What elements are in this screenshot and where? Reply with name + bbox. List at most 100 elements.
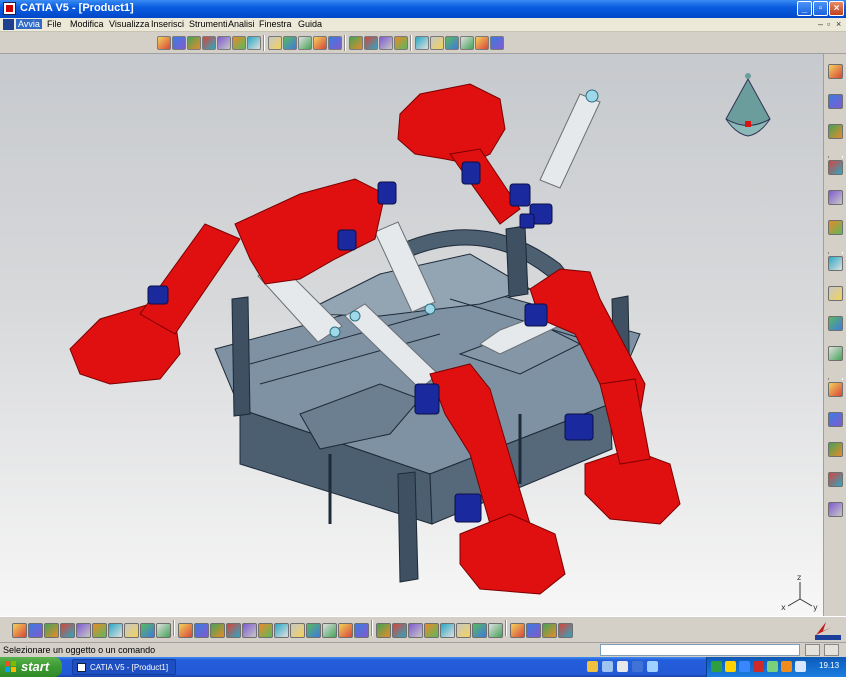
email-icon[interactable]: [647, 661, 658, 672]
generate-icon[interactable]: [247, 36, 261, 50]
menu-strumenti[interactable]: Strumenti: [189, 19, 228, 29]
menu-visualizza[interactable]: Visualizza: [109, 19, 149, 29]
tray-antivirus-icon[interactable]: [753, 661, 764, 672]
macro-icon[interactable]: [558, 623, 573, 638]
fly-mode-icon[interactable]: [178, 623, 193, 638]
update-icon[interactable]: [217, 36, 231, 50]
snap-icon[interactable]: [328, 36, 342, 50]
menu-guida[interactable]: Guida: [298, 19, 322, 29]
menu-modifica[interactable]: Modifica: [70, 19, 104, 29]
copy-icon[interactable]: [92, 623, 107, 638]
minimize-button[interactable]: _: [797, 1, 812, 16]
scene-icon[interactable]: [828, 502, 843, 517]
angle-icon[interactable]: [828, 316, 843, 331]
select-icon[interactable]: [828, 190, 843, 205]
pan-icon[interactable]: [210, 623, 225, 638]
normal-view-icon[interactable]: [274, 623, 289, 638]
offset-icon[interactable]: [828, 286, 843, 301]
redo-icon[interactable]: [140, 623, 155, 638]
3d-viewport[interactable]: z x y: [0, 54, 823, 616]
manipulate-icon[interactable]: [313, 36, 327, 50]
hide-show-icon[interactable]: [338, 623, 353, 638]
menu-inserisci[interactable]: Inserisci: [151, 19, 184, 29]
space-analysis-icon[interactable]: [828, 472, 843, 487]
tray-network-icon[interactable]: [767, 661, 778, 672]
command-button-2[interactable]: [824, 644, 839, 656]
render-style-icon[interactable]: [322, 623, 337, 638]
menu-analisi[interactable]: Analisi: [228, 19, 255, 29]
material-icon[interactable]: [475, 36, 489, 50]
network-icon[interactable]: [602, 661, 613, 672]
compass-icon[interactable]: [828, 64, 843, 79]
settings-icon[interactable]: [617, 661, 628, 672]
tray-update-icon[interactable]: [725, 661, 736, 672]
folder-icon[interactable]: [587, 661, 598, 672]
paste-icon[interactable]: [108, 623, 123, 638]
print-icon[interactable]: [60, 623, 75, 638]
maximize-button[interactable]: ▫: [813, 1, 828, 16]
multi-view-icon[interactable]: [290, 623, 305, 638]
new-icon[interactable]: [12, 623, 27, 638]
menu-finestra[interactable]: Finestra: [259, 19, 292, 29]
tray-info-icon[interactable]: [795, 661, 806, 672]
menu-file[interactable]: File: [47, 19, 62, 29]
axis-triad-icon[interactable]: z x y: [781, 573, 818, 612]
tray-app-icon[interactable]: [781, 661, 792, 672]
animation-icon[interactable]: [268, 36, 282, 50]
taskbar-item-catia[interactable]: CATIA V5 - [Product1]: [72, 659, 176, 675]
assembly-constraint-icon[interactable]: [283, 36, 297, 50]
render-icon[interactable]: [460, 36, 474, 50]
fly-icon[interactable]: [415, 36, 429, 50]
mass-icon[interactable]: [456, 623, 471, 638]
knowledge-icon[interactable]: [172, 36, 186, 50]
light-icon[interactable]: [408, 623, 423, 638]
sketch-icon[interactable]: [490, 36, 504, 50]
cut-icon[interactable]: [76, 623, 91, 638]
measure-item-icon[interactable]: [510, 623, 525, 638]
iso-view-icon[interactable]: [306, 623, 321, 638]
close-button[interactable]: ×: [829, 1, 844, 16]
fit-all-icon[interactable]: [194, 623, 209, 638]
measure-between-icon[interactable]: [488, 623, 503, 638]
catalog-icon[interactable]: [157, 36, 171, 50]
rotate-icon[interactable]: [226, 623, 241, 638]
command-button-1[interactable]: [805, 644, 820, 656]
check-icon[interactable]: [542, 623, 557, 638]
analysis-icon[interactable]: [202, 36, 216, 50]
compass-icon[interactable]: [725, 73, 771, 137]
whats-this-icon[interactable]: [156, 623, 171, 638]
manipulation-icon[interactable]: [828, 220, 843, 235]
replace-icon[interactable]: [232, 36, 246, 50]
tools-icon[interactable]: [187, 36, 201, 50]
fix-icon[interactable]: [298, 36, 312, 50]
save-icon[interactable]: [44, 623, 59, 638]
tray-security-icon[interactable]: [711, 661, 722, 672]
insert-icon[interactable]: [828, 160, 843, 175]
component-icon[interactable]: [828, 124, 843, 139]
measure-icon[interactable]: [394, 36, 408, 50]
product-icon[interactable]: [828, 94, 843, 109]
scale-icon[interactable]: [472, 623, 487, 638]
assembly-scene[interactable]: z x y: [0, 54, 823, 616]
zoom-out-icon[interactable]: [258, 623, 273, 638]
mdi-restore-button[interactable]: ▫: [827, 19, 830, 29]
catia-app-icon[interactable]: [3, 2, 16, 15]
start-button[interactable]: start: [0, 657, 62, 677]
mdi-close-button[interactable]: ×: [836, 19, 841, 29]
title-bar[interactable]: CATIA V5 - [Product1] _ ▫ ×: [0, 0, 846, 18]
media-icon[interactable]: [632, 661, 643, 672]
constraint-icon[interactable]: [828, 256, 843, 271]
sectioning-icon[interactable]: [828, 442, 843, 457]
measure-inertia-icon[interactable]: [526, 623, 541, 638]
undo-icon[interactable]: [124, 623, 139, 638]
clash-icon[interactable]: [364, 36, 378, 50]
explode-view-icon[interactable]: [828, 412, 843, 427]
section-icon[interactable]: [379, 36, 393, 50]
formula-icon[interactable]: [376, 623, 391, 638]
fix-together-icon[interactable]: [828, 346, 843, 361]
swap-space-icon[interactable]: [354, 623, 369, 638]
mdi-minimize-button[interactable]: –: [818, 19, 823, 29]
explode-icon[interactable]: [349, 36, 363, 50]
reuse-pattern-icon[interactable]: [828, 382, 843, 397]
zoom-icon[interactable]: [445, 36, 459, 50]
